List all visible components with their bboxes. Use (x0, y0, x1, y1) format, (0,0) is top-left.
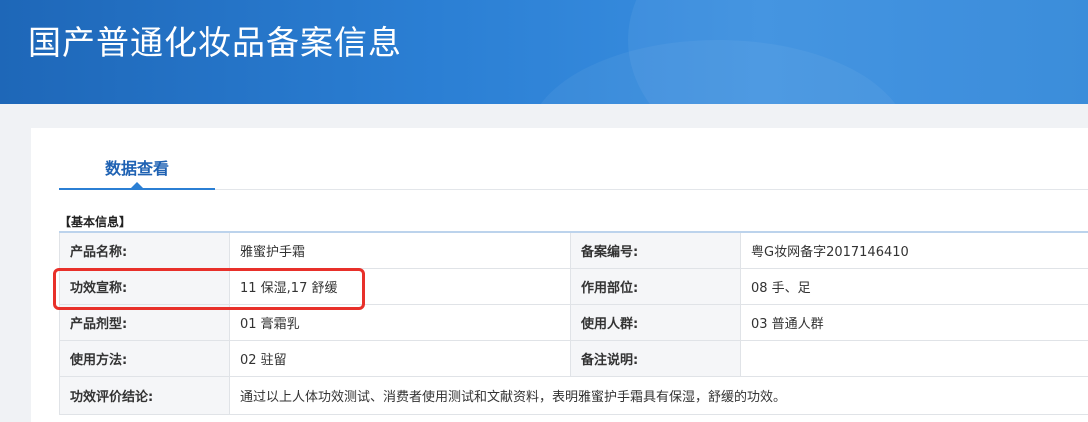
remarks-value (740, 339, 1088, 377)
basic-info-table: 产品名称: 雅蜜护手霜 备案编号: 粤G妆网备字2017146410 功效宣称:… (59, 231, 1088, 415)
application-area-value: 08 手、足 (740, 267, 1088, 305)
tab-caret-icon (131, 182, 143, 188)
registration-number-label: 备案编号: (570, 231, 741, 269)
tab-data-view[interactable]: 数据查看 (59, 128, 215, 190)
table-row: 使用方法: 02 驻留 备注说明: (59, 339, 1088, 377)
efficacy-claim-value: 11 保湿,17 舒缓 (229, 267, 571, 305)
usage-method-label: 使用方法: (59, 339, 230, 377)
registration-number-value: 粤G妆网备字2017146410 (740, 231, 1088, 269)
page-header: 国产普通化妆品备案信息 (0, 0, 1088, 104)
product-name-label: 产品名称: (59, 231, 230, 269)
application-area-label: 作用部位: (570, 267, 741, 305)
table-row: 产品剂型: 01 膏霜乳 使用人群: 03 普通人群 (59, 303, 1088, 341)
content-panel: 数据查看 【基本信息】 产品名称: 雅蜜护手霜 备案编号: 粤G妆网备字2017… (31, 128, 1088, 422)
usage-method-value: 02 驻留 (229, 339, 571, 377)
table-row: 功效宣称: 11 保湿,17 舒缓 作用部位: 08 手、足 (59, 267, 1088, 305)
target-users-value: 03 普通人群 (740, 303, 1088, 341)
target-users-label: 使用人群: (570, 303, 741, 341)
efficacy-claim-label: 功效宣称: (59, 267, 230, 305)
tab-data-view-label: 数据查看 (104, 159, 169, 178)
table-row: 功效评价结论: 通过以上人体功效测试、消费者使用测试和文献资料，表明雅蜜护手霜具… (59, 375, 1088, 415)
tab-bar: 数据查看 (59, 128, 1088, 190)
table-row: 产品名称: 雅蜜护手霜 备案编号: 粤G妆网备字2017146410 (59, 231, 1088, 269)
section-title: 【基本信息】 (59, 215, 132, 229)
efficacy-conclusion-label: 功效评价结论: (59, 375, 230, 415)
dosage-form-value: 01 膏霜乳 (229, 303, 571, 341)
product-name-value: 雅蜜护手霜 (229, 231, 571, 269)
page-title: 国产普通化妆品备案信息 (28, 23, 402, 62)
dosage-form-label: 产品剂型: (59, 303, 230, 341)
efficacy-conclusion-value: 通过以上人体功效测试、消费者使用测试和文献资料，表明雅蜜护手霜具有保湿，舒缓的功… (229, 375, 1088, 415)
remarks-label: 备注说明: (570, 339, 741, 377)
